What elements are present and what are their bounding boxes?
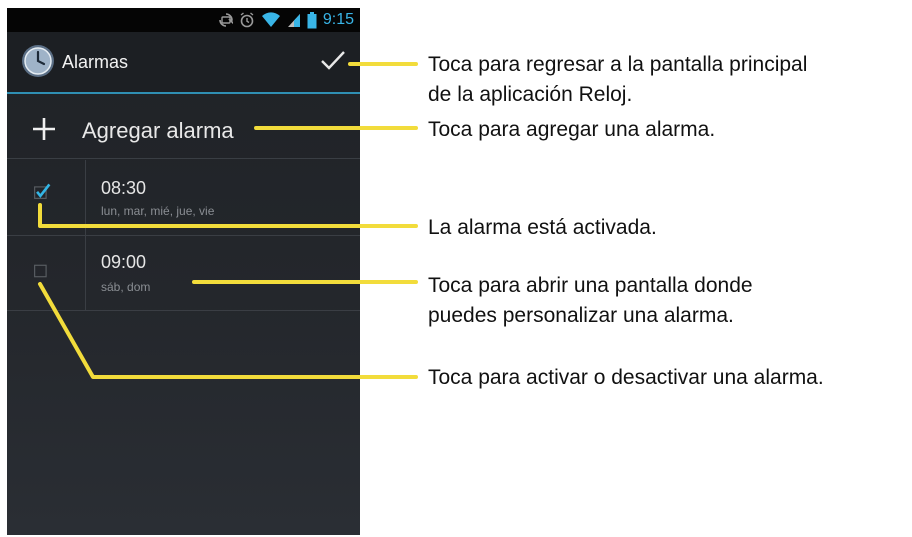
callout-text-done: Toca para regresar a la pantalla princip…	[428, 53, 808, 106]
callout-line-toggle	[38, 282, 418, 379]
callout-text-edit: Toca para abrir una pantalla donde puede…	[428, 274, 753, 327]
callout-text-enabled: La alarma está activada.	[428, 216, 657, 239]
callout-line-enabled	[38, 203, 418, 228]
callout-text-toggle: Toca para activar o desactivar una alarm…	[428, 366, 824, 389]
callout-text-add: Toca para agregar una alarma.	[428, 118, 716, 141]
